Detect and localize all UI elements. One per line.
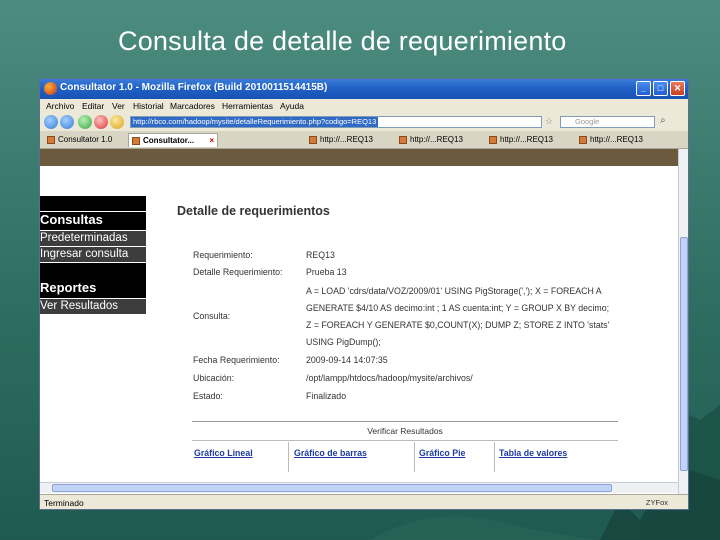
divider — [494, 442, 495, 472]
window-title: Consultator 1.0 - Mozilla Firefox (Build… — [60, 82, 328, 93]
sidebar-item-ver-resultados[interactable]: Ver Resultados — [40, 299, 146, 314]
close-tab-icon[interactable]: × — [209, 134, 214, 147]
divider — [414, 442, 415, 472]
label-requerimiento: Requerimiento: — [193, 250, 253, 260]
value-fecha: 2009-09-14 14:07:35 — [306, 355, 388, 365]
sidebar-item-ingresar-consulta[interactable]: Ingresar consulta — [40, 247, 146, 262]
status-bar: Terminado ZYFox — [40, 494, 688, 509]
firefox-icon — [44, 82, 57, 95]
sidebar-divider — [40, 196, 146, 211]
tab-req13-3[interactable]: http://...REQ13 — [486, 133, 558, 147]
value-ubicacion: /opt/lampp/htdocs/hadoop/mysite/archivos… — [306, 373, 473, 383]
page-content: Consultas Predeterminadas Ingresar consu… — [40, 149, 678, 495]
tab-req13-4[interactable]: http://...REQ13 — [576, 133, 648, 147]
close-button[interactable]: ✕ — [670, 81, 685, 96]
horizontal-scrollbar[interactable] — [40, 482, 678, 493]
status-text: Terminado — [44, 498, 84, 508]
sidebar-heading-consultas: Consultas — [40, 212, 146, 230]
menu-editar[interactable]: Editar — [82, 101, 104, 111]
results-panel: Verificar Resultados Gráfico Lineal Gráf… — [192, 421, 618, 482]
tab-label: Consultator 1.0 — [58, 135, 113, 144]
menu-ver[interactable]: Ver — [112, 101, 125, 111]
scrollbar-thumb[interactable] — [52, 484, 612, 492]
label-detalle: Detalle Requerimiento: — [193, 267, 283, 277]
tab-label: http://...REQ13 — [500, 135, 553, 144]
tab-label: Consultator... — [143, 136, 195, 145]
value-consulta-line: A = LOAD 'cdrs/data/VOZ/2009/01' USING P… — [306, 286, 602, 296]
sidebar-divider — [40, 263, 146, 280]
search-icon[interactable]: ⌕ — [660, 115, 666, 126]
slide-title: Consulta de detalle de requerimiento — [118, 26, 567, 56]
reload-icon[interactable] — [78, 115, 92, 129]
url-bar[interactable]: http://rbco.com/hadoop/mysite/detalleReq… — [130, 116, 542, 128]
tab-consultator-1[interactable]: Consultator 1.0 — [44, 133, 124, 147]
menu-herramientas[interactable]: Herramientas — [222, 101, 273, 111]
menu-historial[interactable]: Historial — [133, 101, 164, 111]
vertical-scrollbar[interactable] — [678, 149, 688, 495]
browser-window: Consultator 1.0 - Mozilla Firefox (Build… — [39, 78, 689, 510]
page-title: Detalle de requerimientos — [177, 204, 330, 218]
minimize-button[interactable]: _ — [636, 81, 651, 96]
value-consulta-line: GENERATE $4/10 AS decimo:int ; 1 AS cuen… — [306, 303, 610, 313]
value-detalle: Prueba 13 — [306, 267, 347, 277]
sidebar-item-predeterminadas[interactable]: Predeterminadas — [40, 231, 146, 246]
link-grafico-pie[interactable]: Gráfico Pie — [419, 448, 465, 458]
sidebar-heading-reportes: Reportes — [40, 280, 146, 298]
value-consulta-line: USING PigDump(); — [306, 337, 381, 347]
label-ubicacion: Ubicación: — [193, 373, 235, 383]
status-addon-text: ZYFox — [645, 498, 668, 507]
divider — [288, 442, 289, 472]
tab-req13-2[interactable]: http://...REQ13 — [396, 133, 468, 147]
link-grafico-lineal[interactable]: Gráfico Lineal — [194, 448, 253, 458]
maximize-button[interactable]: □ — [653, 81, 668, 96]
tab-label: http://...REQ13 — [410, 135, 463, 144]
header-band — [40, 149, 678, 166]
tab-consultator-active[interactable]: Consultator... × — [128, 133, 218, 147]
value-consulta-line: Z = FOREACH Y GENERATE $0,COUNT(X); DUMP… — [306, 320, 610, 330]
label-consulta: Consulta: — [193, 311, 231, 321]
url-text: http://rbco.com/hadoop/mysite/detalleReq… — [131, 117, 379, 127]
results-heading: Verificar Resultados — [192, 422, 618, 441]
bookmark-star-icon[interactable]: ☆ — [545, 116, 553, 127]
menu-bar: Archivo Editar Ver Historial Marcadores … — [40, 99, 688, 113]
tab-bar: Consultator 1.0 Consultator... × http://.… — [40, 131, 688, 149]
link-tabla-valores[interactable]: Tabla de valores — [499, 448, 567, 458]
menu-archivo[interactable]: Archivo — [46, 101, 74, 111]
scrollbar-thumb[interactable] — [680, 237, 688, 471]
back-icon[interactable] — [44, 115, 58, 129]
tab-label: http://...REQ13 — [320, 135, 373, 144]
navigation-toolbar: http://rbco.com/hadoop/mysite/detalleReq… — [40, 113, 688, 131]
label-estado: Estado: — [193, 391, 223, 401]
menu-marcadores[interactable]: Marcadores — [170, 101, 215, 111]
value-estado: Finalizado — [306, 391, 347, 401]
tab-label: http://...REQ13 — [590, 135, 643, 144]
link-grafico-barras[interactable]: Gráfico de barras — [294, 448, 367, 458]
menu-ayuda[interactable]: Ayuda — [280, 101, 304, 111]
value-requerimiento: REQ13 — [306, 250, 335, 260]
search-input[interactable]: Google — [560, 116, 655, 128]
tab-req13-1[interactable]: http://...REQ13 — [306, 133, 378, 147]
label-fecha: Fecha Requerimiento: — [193, 355, 280, 365]
stop-icon[interactable] — [94, 115, 108, 129]
title-bar: Consultator 1.0 - Mozilla Firefox (Build… — [40, 79, 688, 99]
home-icon[interactable] — [110, 115, 124, 129]
forward-icon[interactable] — [60, 115, 74, 129]
